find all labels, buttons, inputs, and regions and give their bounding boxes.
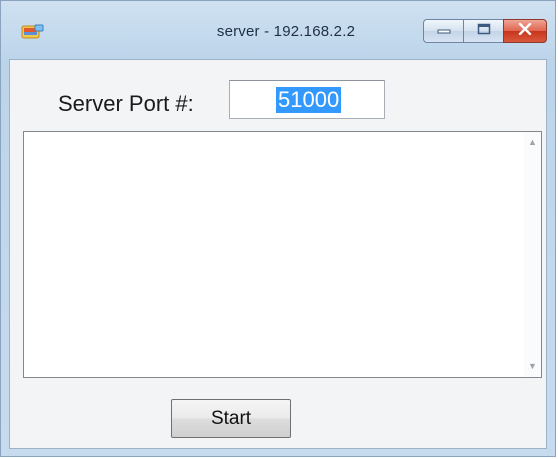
client-area: Server Port #: 51000 ▲ ▼ Start bbox=[9, 59, 547, 449]
start-button[interactable]: Start bbox=[171, 399, 291, 438]
minimize-button[interactable] bbox=[423, 19, 463, 43]
server-port-value[interactable]: 51000 bbox=[276, 87, 342, 113]
maximize-icon bbox=[477, 22, 491, 40]
maximize-button[interactable] bbox=[463, 19, 503, 43]
close-button[interactable] bbox=[503, 19, 547, 43]
app-window: server - 192.168.2.2 Server Port #: 5100… bbox=[0, 0, 556, 457]
window-controls bbox=[423, 19, 547, 43]
title-bar[interactable]: server - 192.168.2.2 bbox=[1, 1, 555, 59]
close-icon bbox=[518, 22, 532, 40]
log-scrollbar[interactable]: ▲ ▼ bbox=[524, 132, 541, 377]
scroll-down-arrow-icon[interactable]: ▼ bbox=[524, 358, 541, 375]
scroll-up-arrow-icon[interactable]: ▲ bbox=[524, 134, 541, 151]
server-log-textarea[interactable]: ▲ ▼ bbox=[23, 131, 542, 378]
server-port-input[interactable]: 51000 bbox=[229, 80, 385, 119]
minimize-icon bbox=[437, 22, 451, 40]
server-port-label: Server Port #: bbox=[58, 91, 194, 116]
